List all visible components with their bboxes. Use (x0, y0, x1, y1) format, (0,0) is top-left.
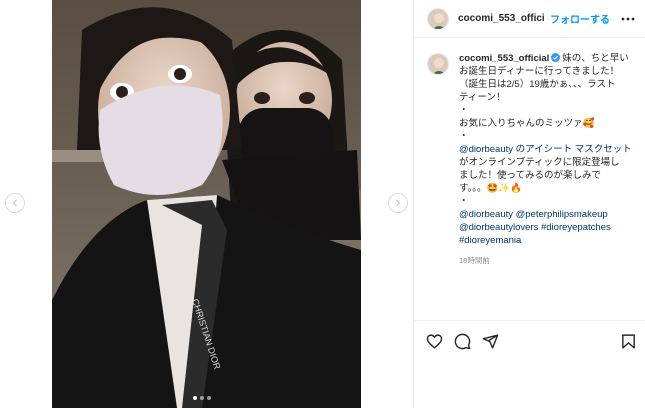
caption-line: （誕生日は2/5）19歳かぁ、、、ラスト (459, 79, 616, 90)
caption-line: お気に入りちゃんのミッツァ🥰 (459, 118, 595, 129)
instagram-post: CHRISTIAN DIOR cocomi_553_officia フォローする (0, 0, 645, 408)
bookmark-icon[interactable] (620, 333, 637, 350)
comment-icon[interactable] (454, 333, 471, 350)
post-side-panel: cocomi_553_officia フォローする cocomi_553_off… (413, 0, 645, 408)
carousel-dot (207, 396, 211, 400)
media-area: CHRISTIAN DIOR (0, 0, 413, 408)
caption-line: ・ (459, 196, 469, 207)
post-photo[interactable]: CHRISTIAN DIOR (52, 0, 361, 408)
header-username[interactable]: cocomi_553_officia (458, 13, 544, 24)
chevron-right-icon (396, 199, 401, 207)
post-header: cocomi_553_officia フォローする (414, 0, 645, 38)
caption-line: ました！使ってみるのが楽しみで (459, 170, 602, 181)
avatar[interactable] (427, 53, 449, 75)
selfie-image: CHRISTIAN DIOR (52, 0, 361, 408)
action-bar (414, 320, 645, 360)
chevron-left-icon (12, 199, 17, 207)
caption-hashtags[interactable]: @diorbeautylovers #dioreyepatches (459, 221, 639, 234)
caption-text: cocomi_553_official 妹の、ちと早い お誕生日ディナーに行ってき… (459, 52, 639, 267)
caption-line: ・ (459, 131, 469, 142)
avatar[interactable] (427, 7, 449, 30)
caption-line: 妹の、ちと早い (562, 53, 629, 64)
carousel-dot (200, 396, 204, 400)
follow-button[interactable]: フォローする (550, 11, 610, 26)
caption-line: がオンラインブティックに限定登場し (459, 157, 620, 168)
caption-line: お誕生日ディナーに行ってきました！ (459, 66, 620, 77)
caption-line: ティーン！ (459, 92, 506, 103)
caption-line-mention[interactable]: @diorbeauty のアイシート マスクセット (459, 143, 639, 156)
caption-line: ・ (459, 105, 469, 116)
caption-comment: cocomi_553_official 妹の、ちと早い お誕生日ディナーに行ってき… (427, 52, 639, 267)
heart-icon[interactable] (426, 333, 443, 350)
carousel-prev-button[interactable] (5, 193, 25, 213)
verified-badge-icon (551, 53, 561, 62)
post-timestamp[interactable]: 18時間前 (459, 254, 639, 267)
carousel-next-button[interactable] (388, 193, 408, 213)
caption-hashtags[interactable]: #dioreyemania (459, 234, 639, 247)
more-options-icon[interactable] (620, 11, 636, 27)
caption-first-line: cocomi_553_official 妹の、ちと早い (459, 52, 639, 65)
carousel-dots (193, 396, 211, 400)
caption-mentions[interactable]: @diorbeauty @peterphilipsmakeup (459, 208, 639, 221)
share-icon[interactable] (482, 333, 499, 350)
carousel-dot (193, 396, 197, 400)
caption-username[interactable]: cocomi_553_official (459, 53, 549, 64)
caption-line: す。。。🤩✨🔥 (459, 183, 523, 194)
